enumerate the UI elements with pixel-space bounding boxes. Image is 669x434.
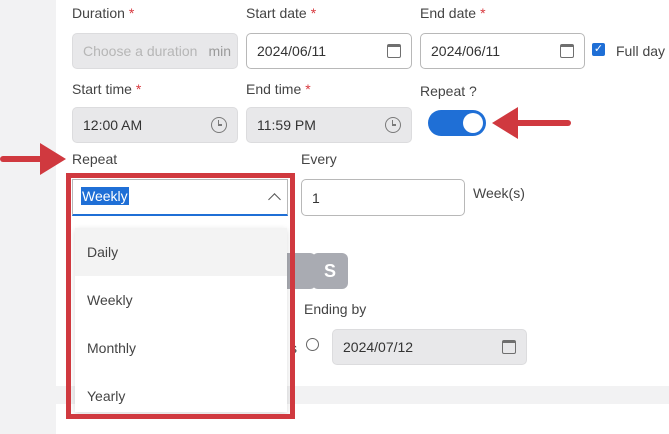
required-mark: * (305, 81, 311, 97)
full-day-label: Full day (616, 43, 666, 59)
start-time-label: Start time * (72, 81, 141, 97)
annotation-arrow-shaft (514, 120, 571, 126)
calendar-icon[interactable] (560, 44, 574, 58)
every-unit: Week(s) (473, 185, 525, 201)
end-time-label-text: End time (246, 81, 302, 97)
start-time-label-text: Start time (72, 81, 132, 97)
every-value: 1 (312, 189, 320, 206)
end-date-label: End date * (420, 5, 486, 21)
clock-icon[interactable] (385, 117, 401, 133)
calendar-icon[interactable] (502, 340, 516, 354)
duration-field[interactable]: Choose a duration min (72, 33, 238, 69)
duration-label-text: Duration (72, 5, 125, 21)
annotation-highlight-box (66, 173, 295, 419)
end-date-label-text: End date (420, 5, 477, 21)
repeat-label: Repeat (72, 151, 118, 167)
duration-label: Duration * (72, 5, 134, 21)
required-mark: * (135, 81, 142, 97)
start-time-value: 12:00 AM (83, 117, 143, 133)
full-day-checkbox[interactable]: ✓ (592, 43, 605, 56)
annotation-arrow-shaft (0, 156, 44, 162)
every-label: Every (301, 151, 337, 167)
start-time-field[interactable]: 12:00 AM (72, 107, 238, 143)
ending-by-label: Ending by (304, 301, 367, 317)
ending-by-radio[interactable] (306, 338, 319, 351)
start-date-value: 2024/06/11 (257, 43, 327, 59)
start-date-label: Start date * (246, 5, 316, 21)
repeat-toggle[interactable] (428, 110, 486, 136)
required-mark: * (480, 5, 486, 21)
end-date-value: 2024/06/11 (431, 43, 501, 59)
every-input[interactable]: 1 (301, 179, 465, 216)
duration-placeholder: Choose a duration (83, 43, 198, 59)
duration-unit: min (208, 43, 231, 59)
start-date-label-text: Start date (246, 5, 307, 21)
end-time-field[interactable]: 11:59 PM (246, 107, 412, 143)
start-date-field[interactable]: 2024/06/11 (246, 33, 412, 69)
required-mark: * (310, 5, 317, 21)
day-button-sunday[interactable]: S (312, 253, 348, 289)
end-time-label: End time * (246, 81, 311, 97)
ending-by-date-value: 2024/07/12 (343, 339, 414, 355)
repeat-toggle-label: Repeat ? (420, 83, 477, 99)
calendar-icon[interactable] (387, 44, 401, 58)
toggle-knob (463, 113, 483, 133)
annotation-arrow-head (40, 143, 66, 175)
end-time-value: 11:59 PM (257, 117, 316, 133)
end-date-field[interactable]: 2024/06/11 (420, 33, 585, 69)
required-mark: * (128, 5, 135, 21)
clock-icon[interactable] (211, 117, 227, 133)
ending-by-date-field[interactable]: 2024/07/12 (332, 329, 527, 365)
